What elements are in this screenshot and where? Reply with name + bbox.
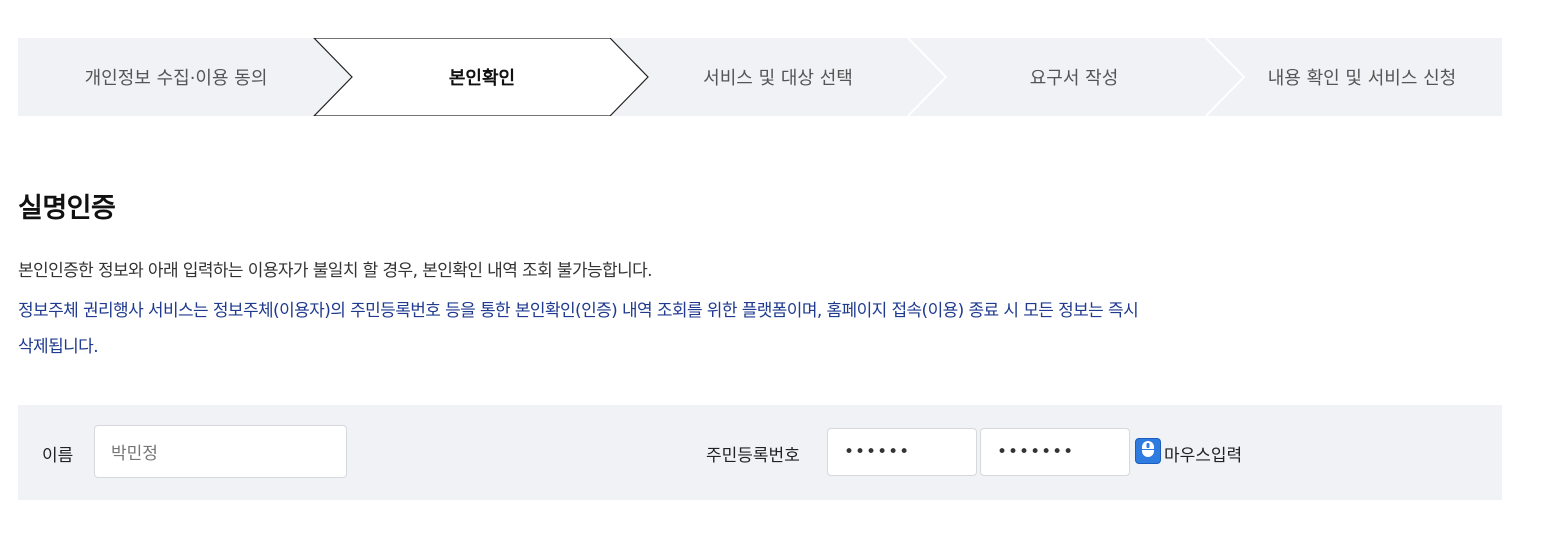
rrn-back-field[interactable]: ••••••• xyxy=(980,428,1130,476)
section-title: 실명인증 xyxy=(18,193,116,224)
identity-form: 이름 박민정 주민등록번호 •••••• ••••••• 마우스입력 xyxy=(18,405,1502,500)
mouse-icon xyxy=(1141,440,1155,462)
step-consent: 개인정보 수집·이용 동의 xyxy=(84,68,268,89)
mouse-input-label[interactable]: 마우스입력 xyxy=(1164,441,1242,466)
step-request-form: 요구서 작성 xyxy=(1029,68,1119,89)
rrn-label: 주민등록번호 xyxy=(706,446,800,466)
notice-text: 본인인증한 정보와 아래 입력하는 이용자가 불일치 할 경우, 본인확인 내역… xyxy=(18,261,653,281)
step-confirm-apply: 내용 확인 및 서비스 신청 xyxy=(1267,68,1457,89)
mouse-input-button[interactable] xyxy=(1135,438,1161,464)
step-service-selection: 서비스 및 대상 선택 xyxy=(703,68,853,89)
rrn-front-field[interactable]: •••••• xyxy=(827,428,977,476)
info-text-line1: 정보주체 권리행사 서비스는 정보주체(이용자)의 주민등록번호 등을 통한 본… xyxy=(18,301,1139,321)
step-identity-verification: 본인확인 xyxy=(448,68,516,89)
name-label: 이름 xyxy=(42,446,74,466)
step-progress-bar: 개인정보 수집·이용 동의 본인확인 서비스 및 대상 선택 요구서 작성 내용… xyxy=(18,38,1502,116)
name-field[interactable]: 박민정 xyxy=(94,425,347,478)
info-text-line2: 삭제됩니다. xyxy=(18,337,99,357)
